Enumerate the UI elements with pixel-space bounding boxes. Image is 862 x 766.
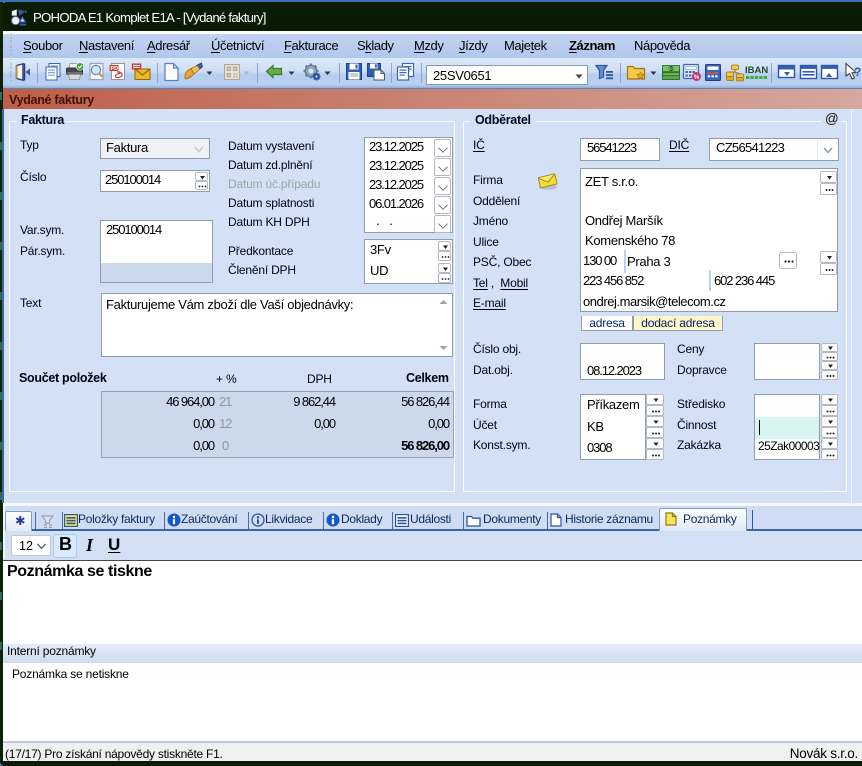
svg-text:%: % [694,75,700,81]
svg-text:$: $ [670,67,673,73]
svg-text:PDF: PDF [111,66,123,72]
svg-text:IBAN: IBAN [745,65,768,76]
svg-text:?: ? [854,65,861,79]
